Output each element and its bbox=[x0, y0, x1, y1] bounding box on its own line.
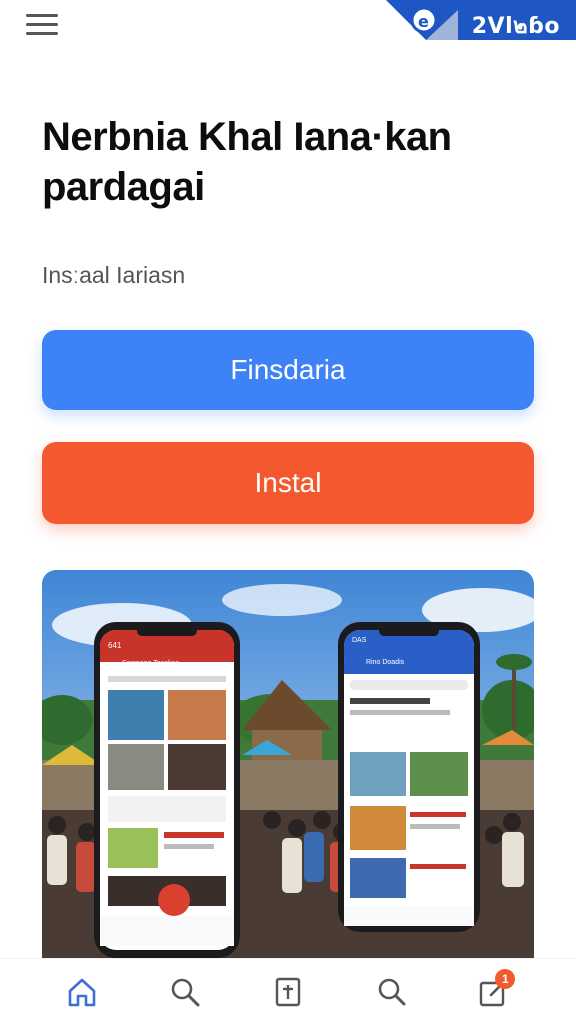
svg-text:e: e bbox=[418, 12, 429, 31]
primary-button[interactable]: Finsdaria bbox=[42, 330, 534, 410]
install-button[interactable]: Instal bbox=[42, 442, 534, 524]
phone-left-header: Sosmeno Tasakas bbox=[122, 660, 180, 667]
bottom-navigation: 1 bbox=[0, 958, 576, 1024]
heart-icon[interactable] bbox=[366, 967, 416, 1017]
page-title: Nerbnia Khal Iana·kan pardagai bbox=[42, 112, 542, 212]
phone-left: 641 Sosmeno Tasakas bbox=[94, 622, 240, 958]
badge-text: 2Vl๒ɓo bbox=[471, 14, 560, 39]
search-icon[interactable] bbox=[160, 967, 210, 1017]
hamburger-menu-icon[interactable] bbox=[26, 14, 58, 38]
notification-badge: 1 bbox=[495, 968, 516, 989]
title-line-2: pardagai bbox=[42, 165, 205, 209]
phone-right-time: DAS bbox=[352, 637, 367, 644]
phone-right-header: Rino Doadis bbox=[366, 659, 405, 666]
top-bar: e 2Vl๒ɓo bbox=[0, 0, 576, 56]
title-line-1: Nerbnia Khal Iana·kan bbox=[42, 115, 452, 159]
phone-left-time: 641 bbox=[108, 641, 122, 650]
bookmark-icon[interactable] bbox=[263, 967, 313, 1017]
corner-badge: e 2Vl๒ɓo bbox=[386, 0, 576, 40]
hero-image: 641 Sosmeno Tasakas DAS Rino Doadis bbox=[42, 570, 534, 960]
page-subtitle: Insːaal Iariasn bbox=[42, 262, 186, 288]
phone-right: DAS Rino Doadis bbox=[338, 622, 480, 932]
home-icon[interactable] bbox=[57, 967, 107, 1017]
edit-icon[interactable]: 1 bbox=[469, 967, 519, 1017]
